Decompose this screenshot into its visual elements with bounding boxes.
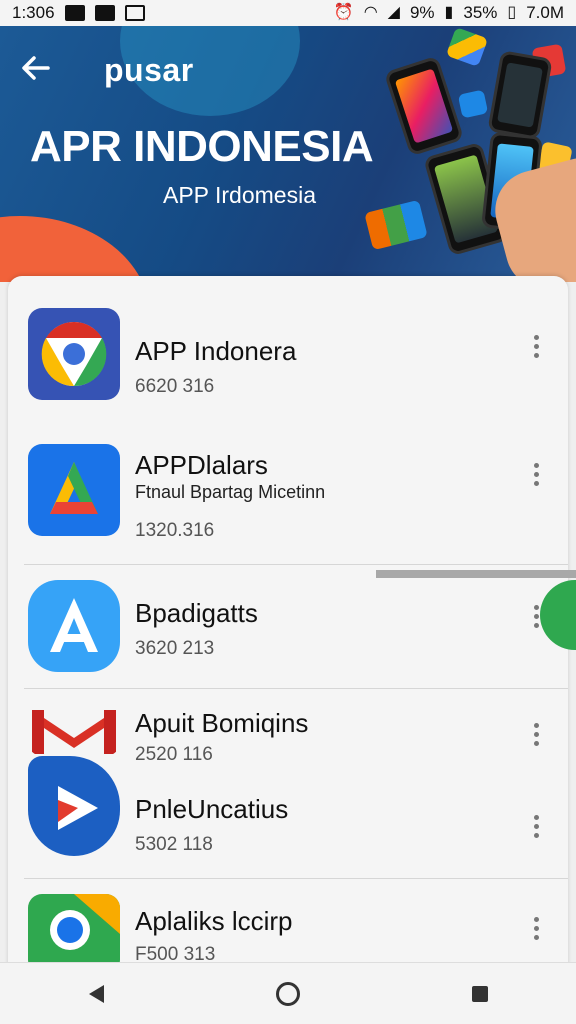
signal-icon: ◢	[387, 4, 400, 21]
chrome-icon	[28, 308, 120, 400]
status-bar: 1:306 ⏰ ◠ ◢ 9% ▮ 35% ▯ 7.0M	[0, 0, 576, 26]
status-right: ⏰ ◠ ◢ 9% ▮ 35% ▯ 7.0M	[334, 3, 564, 23]
header-banner: pusar APR INDONESIA APP Irdomesia	[0, 26, 576, 282]
banner-orange-arc	[0, 216, 150, 282]
app-title: Bpadigatts	[135, 598, 258, 628]
more-options-icon[interactable]	[524, 454, 548, 494]
divider	[24, 878, 568, 879]
card-float-icon	[364, 199, 428, 251]
drive-float-icon	[445, 27, 489, 67]
phone-illustration-2	[487, 50, 553, 140]
app-title: Apuit Bomiqins	[135, 708, 309, 738]
phone-illustration-1	[383, 55, 465, 157]
app-meta: 5302 118	[135, 834, 213, 855]
app-store-svg	[50, 598, 98, 652]
nav-recent-icon	[472, 986, 488, 1002]
drive-svg	[50, 462, 98, 514]
divider	[24, 688, 568, 689]
battery-percent: 9%	[409, 3, 435, 22]
app-meta: 2520 116	[135, 744, 213, 765]
app-meta: 1320.316	[135, 520, 215, 541]
blue-float-icon	[457, 89, 489, 119]
app-meta: 3620 213	[135, 638, 215, 659]
gmail-svg	[32, 710, 116, 754]
data-usage: 7.0M	[526, 3, 564, 22]
wifi-icon: ◠	[363, 4, 378, 21]
app-title: APP Indonera	[135, 336, 297, 366]
banner-subheading: APP Irdomesia	[163, 182, 316, 208]
scroll-indicator[interactable]	[376, 570, 576, 578]
gallery-notification-icon	[94, 5, 115, 21]
drive-icon	[28, 444, 120, 536]
more-options-icon[interactable]	[524, 326, 548, 366]
play-icon	[28, 756, 120, 856]
message-notification-icon	[124, 5, 145, 21]
header-title: pusar	[104, 52, 194, 88]
photo-notification-icon	[64, 5, 85, 21]
more-options-icon[interactable]	[524, 806, 548, 846]
play-svg	[58, 786, 98, 830]
alarm-icon: ⏰	[333, 4, 354, 21]
screen: 1:306 ⏰ ◠ ◢ 9% ▮ 35% ▯ 7.0M pusar APR IN…	[0, 0, 576, 1024]
app-subtitle: Ftnaul Bpartag Micetinn	[135, 482, 326, 502]
arrow-left-icon[interactable]	[18, 50, 58, 90]
divider	[24, 564, 568, 565]
nav-back-icon	[88, 985, 104, 1003]
navigation-bar	[0, 962, 576, 1024]
app-meta: 6620 316	[135, 376, 215, 397]
app-title: PnleUncatius	[135, 794, 289, 824]
data-icon: ▯	[507, 4, 517, 21]
nav-home-button[interactable]	[258, 964, 318, 1024]
more-options-icon[interactable]	[524, 714, 548, 754]
status-left: 1:306	[12, 3, 145, 23]
banner-heading: APR INDONESIA	[30, 122, 374, 171]
nav-home-icon	[276, 982, 300, 1006]
gmail-icon	[28, 706, 120, 756]
battery-icon: ▮	[444, 4, 454, 21]
nav-back-button[interactable]	[66, 964, 126, 1024]
more-options-icon[interactable]	[524, 908, 548, 948]
arrow-left-svg	[22, 56, 50, 80]
app-title: APPDlalars	[135, 450, 268, 480]
app-list-card: APP Indonera 6620 316 APPDlalars Ftnaul …	[8, 276, 568, 976]
status-time: 1:306	[12, 3, 55, 22]
chrome-svg	[41, 321, 107, 387]
signal-percent: 35%	[463, 3, 498, 22]
app-store-icon	[28, 580, 120, 672]
app-title: Aplaliks lccirp	[135, 906, 293, 936]
nav-recent-button[interactable]	[450, 964, 510, 1024]
